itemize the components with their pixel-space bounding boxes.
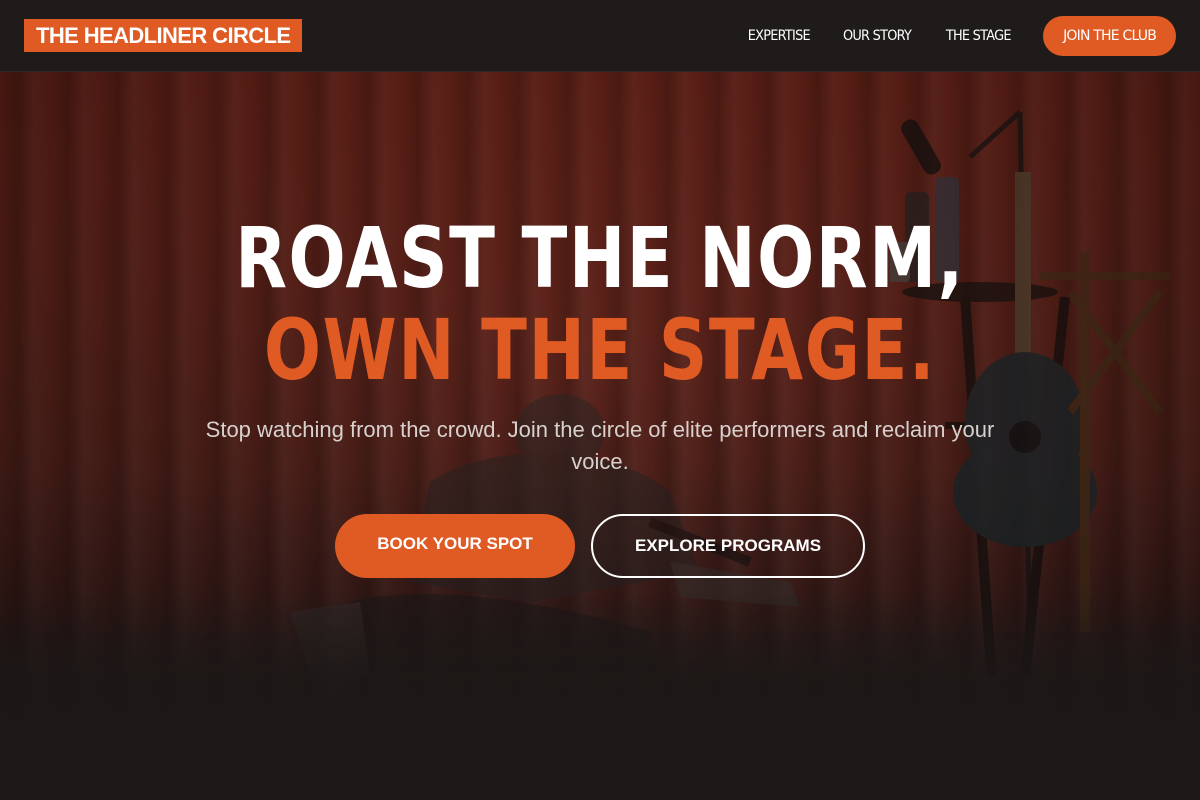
headline-line-1: ROAST THE NORM, bbox=[235, 209, 965, 307]
top-navigation: THE HEADLINER CIRCLE EXPERTISE OUR STORY… bbox=[0, 0, 1200, 72]
explore-programs-button[interactable]: EXPLORE PROGRAMS bbox=[591, 514, 865, 578]
hero-section: ROAST THE NORM, OWN THE STAGE. Stop watc… bbox=[0, 72, 1200, 800]
hero-subtext: Stop watching from the crowd. Join the c… bbox=[205, 417, 995, 474]
nav-link-the-stage[interactable]: THE STAGE bbox=[945, 28, 1011, 44]
hero-content: ROAST THE NORM, OWN THE STAGE. Stop watc… bbox=[0, 212, 1200, 578]
stage-floor bbox=[0, 592, 1200, 800]
hero-headline: ROAST THE NORM, OWN THE STAGE. bbox=[0, 212, 1200, 396]
brand-logo[interactable]: THE HEADLINER CIRCLE bbox=[24, 19, 303, 52]
nav-links: EXPERTISE OUR STORY THE STAGE JOIN THE C… bbox=[717, 16, 1176, 56]
nav-link-expertise[interactable]: EXPERTISE bbox=[747, 28, 810, 44]
join-the-club-button[interactable]: JOIN THE CLUB bbox=[1043, 16, 1176, 56]
headline-line-2: OWN THE STAGE. bbox=[263, 301, 937, 399]
cta-row: BOOK YOUR SPOT EXPLORE PROGRAMS bbox=[0, 514, 1200, 578]
nav-link-our-story[interactable]: OUR STORY bbox=[843, 28, 912, 44]
book-your-spot-button[interactable]: BOOK YOUR SPOT bbox=[335, 514, 575, 578]
